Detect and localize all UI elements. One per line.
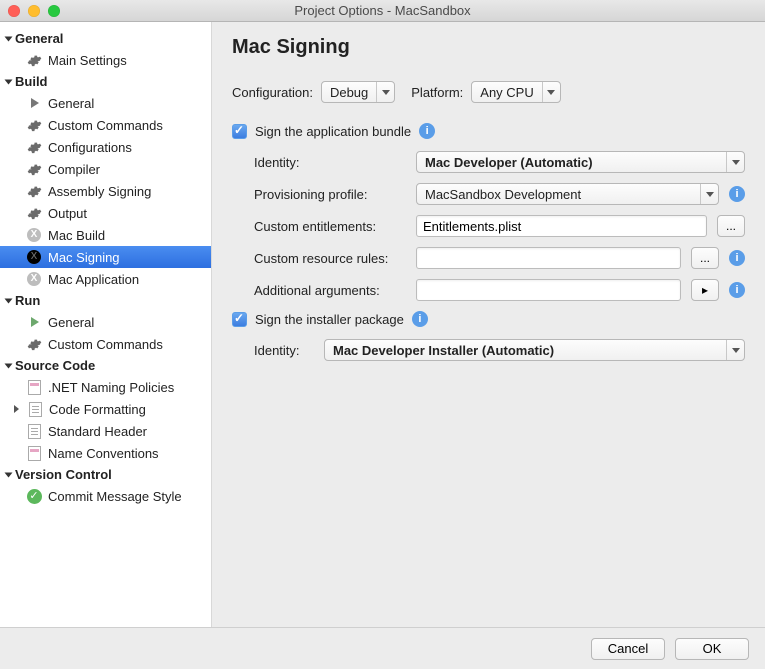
- sidebar-item-mac-application[interactable]: XMac Application: [0, 268, 211, 290]
- page-icon: [26, 423, 42, 439]
- ok-button[interactable]: OK: [675, 638, 749, 660]
- dialog-footer: Cancel OK: [0, 627, 765, 669]
- sidebar-item-standard-header[interactable]: Standard Header: [0, 420, 211, 442]
- gear-icon: [26, 52, 42, 68]
- platform-label: Platform:: [411, 85, 463, 100]
- sidebar-item-mac-build[interactable]: XMac Build: [0, 224, 211, 246]
- page-icon: [26, 445, 42, 461]
- pkg-identity-label: Identity:: [254, 343, 314, 358]
- gear-icon: [26, 183, 42, 199]
- play-icon: [26, 314, 42, 330]
- entitlements-label: Custom entitlements:: [254, 219, 406, 234]
- sidebar-section-build[interactable]: Build: [0, 71, 211, 92]
- sidebar-item-configurations[interactable]: Configurations: [0, 136, 211, 158]
- sidebar-item-commit-message-style[interactable]: ✓Commit Message Style: [0, 485, 211, 507]
- resource-rules-label: Custom resource rules:: [254, 251, 406, 266]
- configuration-label: Configuration:: [232, 85, 313, 100]
- info-icon[interactable]: i: [419, 123, 435, 139]
- sidebar-section-run[interactable]: Run: [0, 290, 211, 311]
- gear-icon: [26, 205, 42, 221]
- x-circle-icon: X: [26, 249, 42, 265]
- page-icon: [26, 379, 42, 395]
- sign-installer-label: Sign the installer package: [255, 312, 404, 327]
- gear-icon: [26, 336, 42, 352]
- gear-icon: [26, 161, 42, 177]
- chevron-down-icon: [726, 152, 744, 172]
- sidebar-item-code-formatting[interactable]: Code Formatting: [0, 398, 211, 420]
- info-icon[interactable]: i: [412, 311, 428, 327]
- chevron-down-icon: [542, 82, 560, 102]
- additional-args-label: Additional arguments:: [254, 283, 406, 298]
- sign-app-label: Sign the application bundle: [255, 124, 411, 139]
- sidebar-item-build-general[interactable]: General: [0, 92, 211, 114]
- sidebar-item-name-conventions[interactable]: Name Conventions: [0, 442, 211, 464]
- sidebar-item-assembly-signing[interactable]: Assembly Signing: [0, 180, 211, 202]
- chevron-down-icon: [376, 82, 394, 102]
- sidebar-section-general[interactable]: General: [0, 28, 211, 49]
- sidebar-item-output[interactable]: Output: [0, 202, 211, 224]
- sidebar-section-source-code[interactable]: Source Code: [0, 355, 211, 376]
- sidebar-item-main-settings[interactable]: Main Settings: [0, 49, 211, 71]
- platform-select[interactable]: Any CPU: [471, 81, 560, 103]
- sidebar: General Main Settings Build General Cust…: [0, 22, 212, 627]
- sign-app-checkbox[interactable]: [232, 124, 247, 139]
- sidebar-item-net-naming[interactable]: .NET Naming Policies: [0, 376, 211, 398]
- configuration-select[interactable]: Debug: [321, 81, 395, 103]
- x-circle-icon: X: [26, 227, 42, 243]
- titlebar: Project Options - MacSandbox: [0, 0, 765, 22]
- provisioning-label: Provisioning profile:: [254, 187, 406, 202]
- resource-rules-input[interactable]: [416, 247, 681, 269]
- resource-rules-browse-button[interactable]: ...: [691, 247, 719, 269]
- additional-args-input[interactable]: [416, 279, 681, 301]
- entitlements-input[interactable]: [416, 215, 707, 237]
- x-circle-icon: X: [26, 271, 42, 287]
- entitlements-browse-button[interactable]: ...: [717, 215, 745, 237]
- additional-args-expand-button[interactable]: ▸: [691, 279, 719, 301]
- gear-icon: [26, 139, 42, 155]
- info-icon[interactable]: i: [729, 186, 745, 202]
- identity-label: Identity:: [254, 155, 406, 170]
- pkg-identity-select[interactable]: Mac Developer Installer (Automatic): [324, 339, 745, 361]
- page-title: Mac Signing: [232, 36, 745, 59]
- page-icon: [27, 401, 43, 417]
- sidebar-item-run-custom-commands[interactable]: Custom Commands: [0, 333, 211, 355]
- info-icon[interactable]: i: [729, 250, 745, 266]
- sidebar-item-mac-signing[interactable]: XMac Signing: [0, 246, 211, 268]
- sidebar-item-custom-commands[interactable]: Custom Commands: [0, 114, 211, 136]
- window-title: Project Options - MacSandbox: [0, 3, 765, 18]
- sidebar-item-compiler[interactable]: Compiler: [0, 158, 211, 180]
- sidebar-item-run-general[interactable]: General: [0, 311, 211, 333]
- chevron-down-icon: [700, 184, 718, 204]
- chevron-down-icon: [726, 340, 744, 360]
- sign-installer-checkbox[interactable]: [232, 312, 247, 327]
- play-icon: [26, 95, 42, 111]
- sidebar-section-version-control[interactable]: Version Control: [0, 464, 211, 485]
- main-panel: Mac Signing Configuration: Debug Platfor…: [212, 22, 765, 627]
- check-circle-icon: ✓: [26, 488, 42, 504]
- gear-icon: [26, 117, 42, 133]
- info-icon[interactable]: i: [729, 282, 745, 298]
- identity-select[interactable]: Mac Developer (Automatic): [416, 151, 745, 173]
- chevron-right-icon: [14, 405, 19, 413]
- provisioning-select[interactable]: MacSandbox Development: [416, 183, 719, 205]
- cancel-button[interactable]: Cancel: [591, 638, 665, 660]
